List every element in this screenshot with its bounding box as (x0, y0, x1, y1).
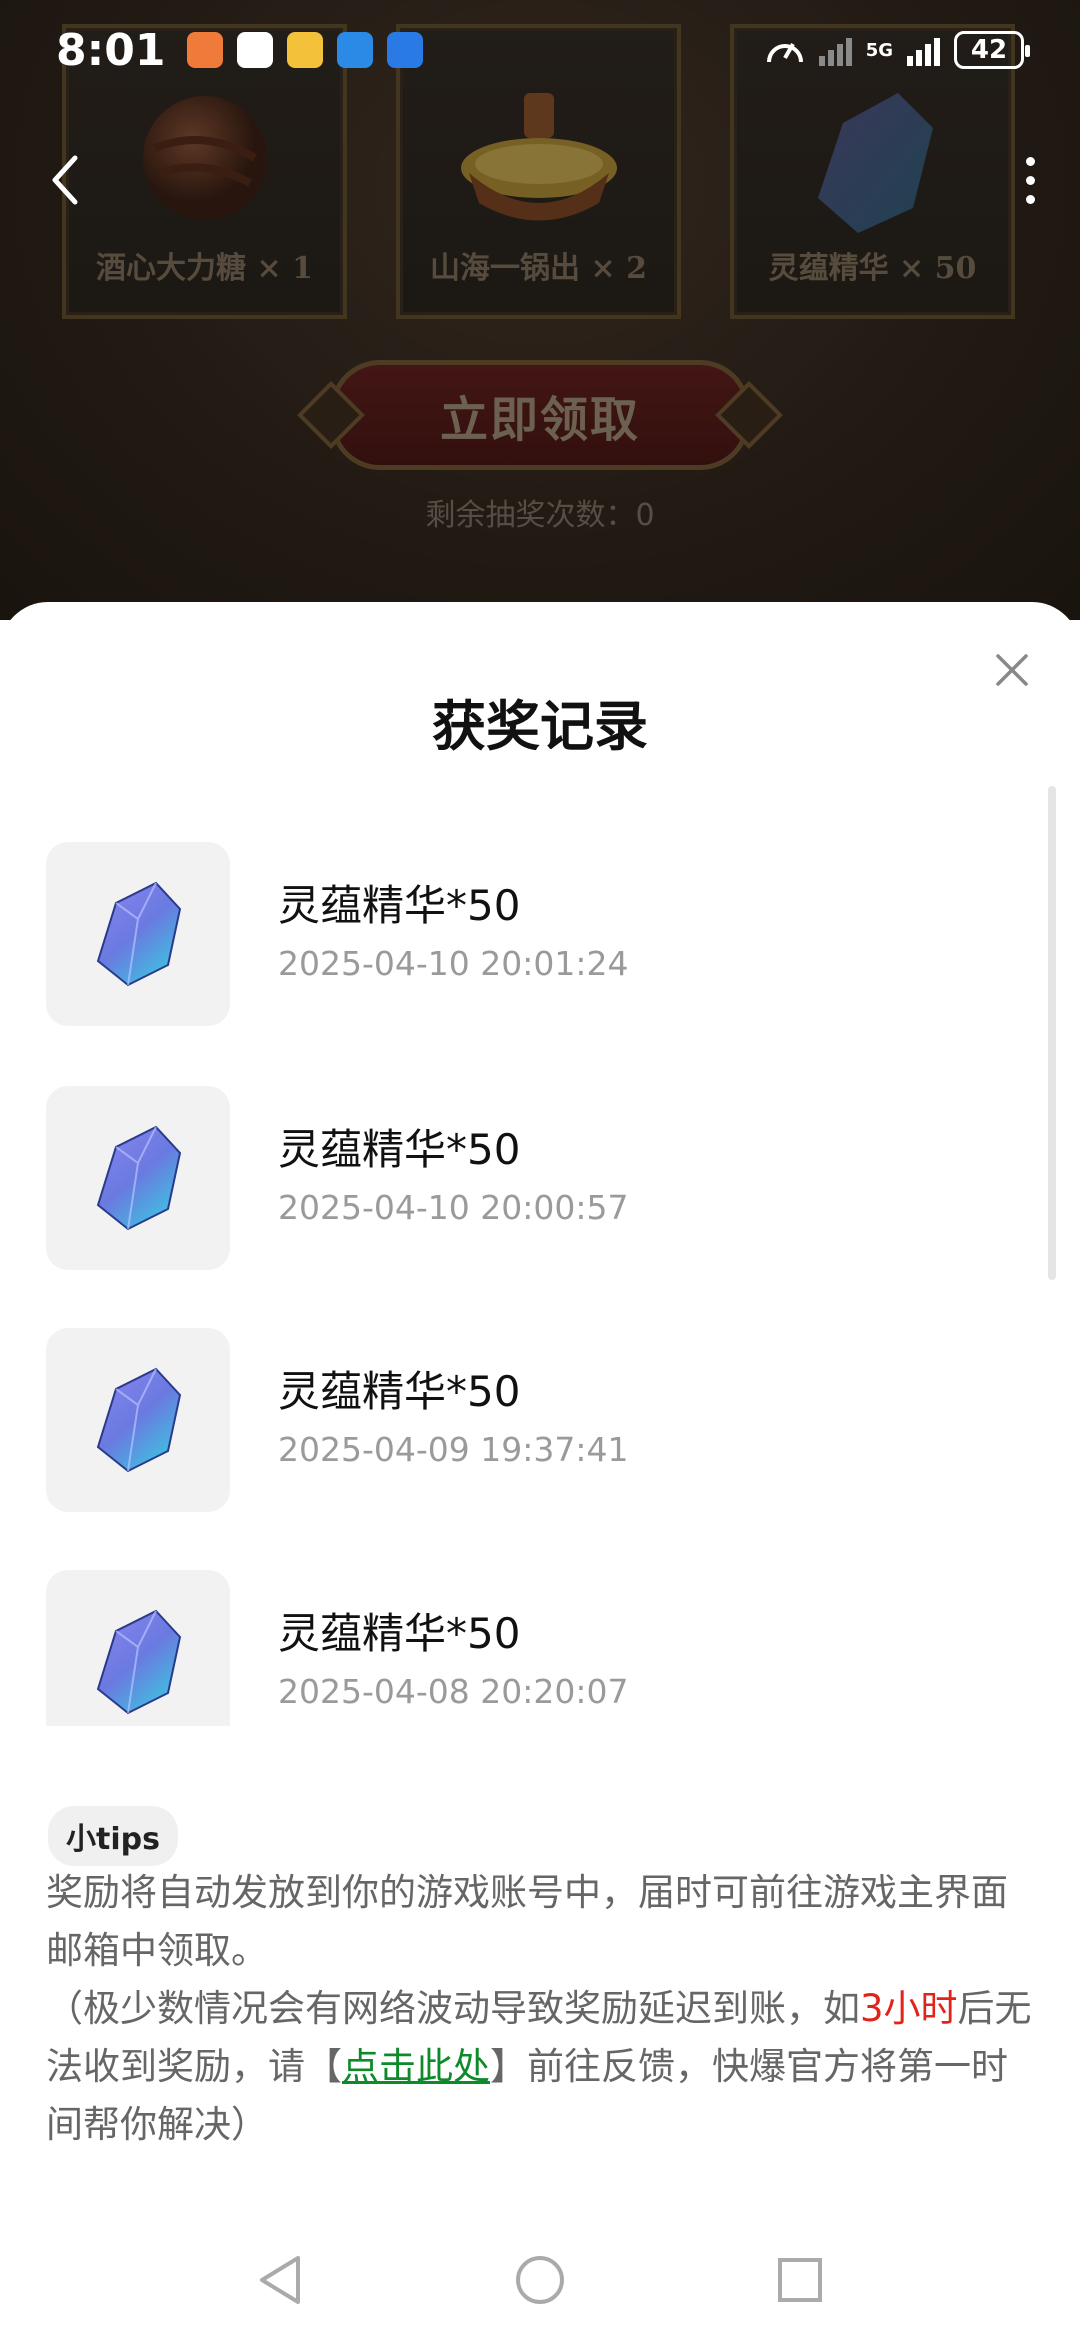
tips-line1: 奖励将自动发放到你的游戏账号中，届时可前往游戏主界面邮箱中领取。 (46, 1871, 1008, 1972)
status-bar: 8:01 5G 42 (0, 0, 1080, 100)
system-navigation-bar (0, 2220, 1080, 2340)
clock: 8:01 (56, 24, 166, 76)
crystal-icon (46, 1328, 230, 1512)
crystal-icon (46, 842, 230, 1026)
back-arrow-icon[interactable] (40, 150, 88, 210)
app-notification-icon (387, 32, 424, 68)
prize-records-sheet: 获奖记录 灵蕴精华*50 2025-04-10 20:01:24 灵蕴精华*50… (0, 602, 1080, 2340)
tips-highlight: 3小时 (860, 1987, 958, 2030)
nav-recents-icon[interactable] (770, 2250, 830, 2310)
tips-badge: 小tips (48, 1806, 178, 1866)
record-name: 灵蕴精华*50 (278, 1609, 521, 1658)
battery-icon: 42 (954, 31, 1030, 69)
app-notification-icon (237, 32, 274, 68)
scrollbar[interactable] (1048, 786, 1056, 1280)
speed-icon (766, 43, 803, 63)
feedback-link[interactable]: 点击此处 (342, 2045, 490, 2088)
crystal-icon (46, 1570, 230, 1726)
record-time: 2025-04-09 19:37:41 (278, 1430, 629, 1469)
battery-level: 42 (970, 35, 1008, 65)
nav-back-icon[interactable] (250, 2250, 310, 2310)
more-vertical-icon[interactable] (1010, 145, 1050, 215)
network-type: 5G (865, 39, 893, 61)
list-item: 灵蕴精华*50 2025-04-10 20:01:24 (46, 842, 1006, 1028)
app-notification-icon (337, 32, 374, 68)
list-item: 灵蕴精华*50 2025-04-09 19:37:41 (46, 1328, 1006, 1514)
record-name: 灵蕴精华*50 (278, 1367, 521, 1416)
app-notification-icon (287, 32, 324, 68)
sheet-title: 获奖记录 (432, 695, 648, 758)
status-indicators: 5G 42 (765, 31, 1030, 69)
record-name: 灵蕴精华*50 (278, 1125, 521, 1174)
list-item: 灵蕴精华*50 2025-04-10 20:00:57 (46, 1086, 1006, 1272)
crystal-icon (46, 1086, 230, 1270)
app-notification-icon (187, 32, 224, 68)
record-time: 2025-04-10 20:01:24 (278, 944, 629, 983)
signal-sim2-icon (907, 34, 940, 66)
signal-sim1-icon (818, 34, 852, 66)
tips-text: 奖励将自动发放到你的游戏账号中，届时可前往游戏主界面邮箱中领取。 （极少数情况会… (46, 1864, 1036, 2154)
tips-line2a: （极少数情况会有网络波动导致奖励延迟到账，如 (46, 1987, 860, 2030)
record-name: 灵蕴精华*50 (278, 881, 521, 930)
record-time: 2025-04-10 20:00:57 (278, 1188, 629, 1227)
notification-icons (187, 32, 424, 68)
nav-home-icon[interactable] (510, 2250, 570, 2310)
list-item: 灵蕴精华*50 2025-04-08 20:20:07 (46, 1570, 1006, 1726)
record-time: 2025-04-08 20:20:07 (278, 1672, 629, 1711)
